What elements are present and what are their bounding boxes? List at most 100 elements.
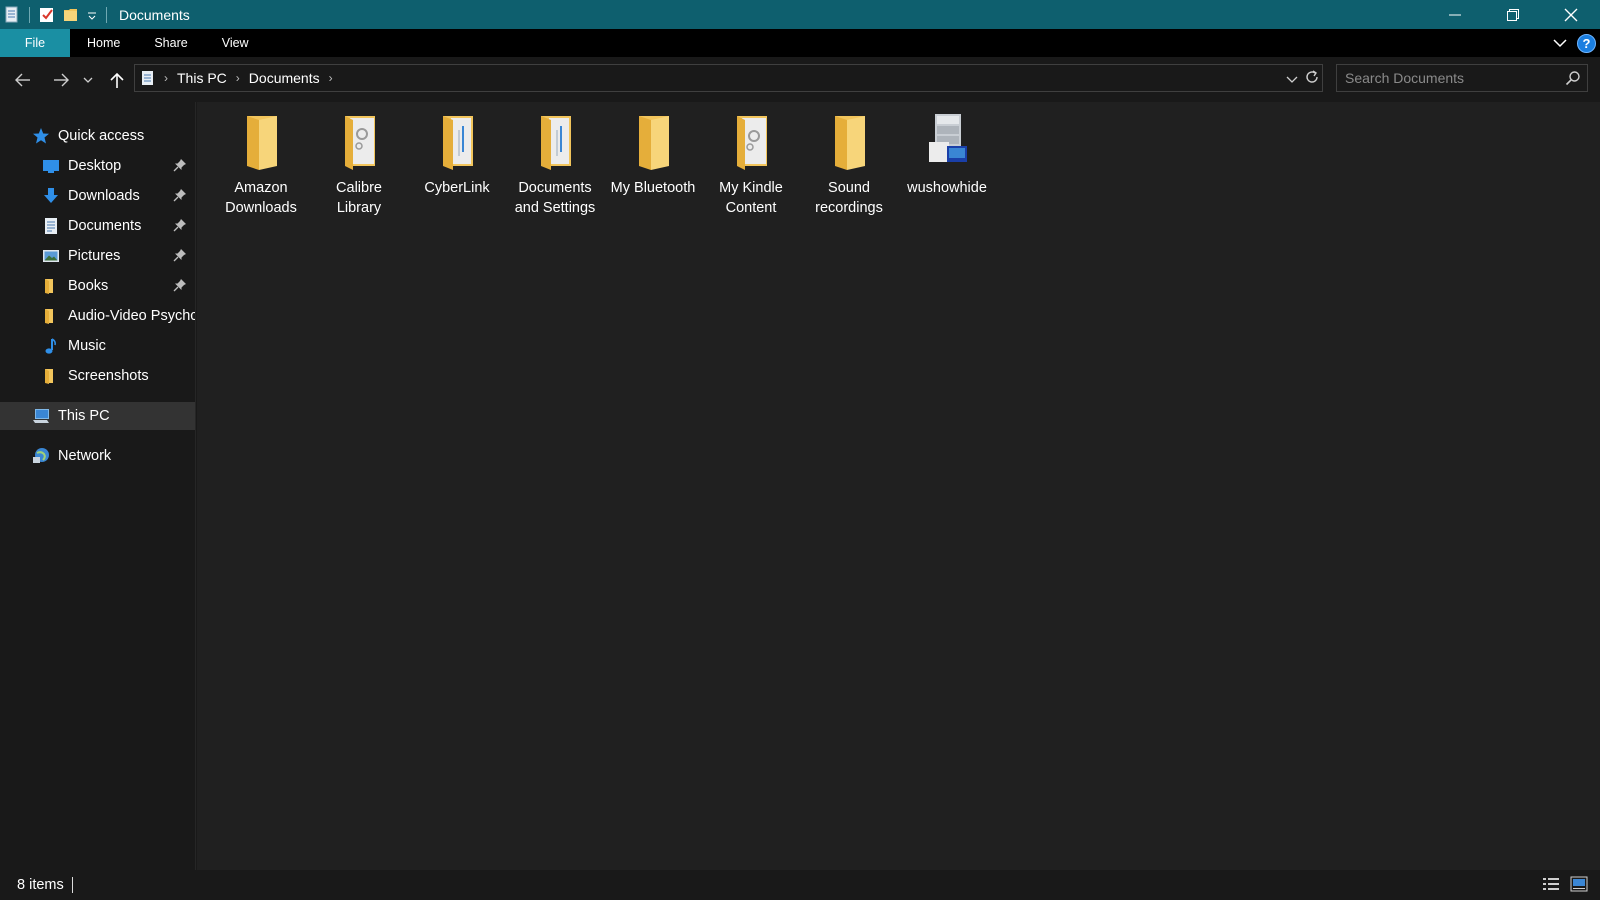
sidebar-item-downloads[interactable]: Downloads [0, 182, 195, 210]
sidebar-item-pictures[interactable]: Pictures [0, 242, 195, 270]
folder-icon [42, 307, 60, 325]
file-item-amazon-downloads[interactable]: Amazon Downloads [217, 112, 305, 218]
tab-file[interactable]: File [0, 29, 70, 57]
file-name: My Bluetooth [610, 180, 696, 196]
toolbar-separator [106, 6, 107, 23]
up-button[interactable] [104, 67, 130, 93]
file-item-wushowhide[interactable]: wushowhide [903, 112, 991, 198]
forward-button[interactable] [48, 67, 74, 93]
sidebar-item-label: Downloads [68, 188, 140, 204]
close-button[interactable] [1542, 0, 1600, 29]
file-item-sound-recordings[interactable]: Sound recordings [805, 112, 893, 218]
file-name: wushowhide [907, 180, 987, 196]
sidebar-item-label: Screenshots [68, 368, 149, 384]
restore-button[interactable] [1484, 0, 1542, 29]
network-icon [32, 447, 50, 465]
folder-with-documents-icon [429, 112, 485, 172]
pin-icon[interactable] [173, 218, 187, 235]
large-icons-view-icon[interactable] [1570, 876, 1588, 895]
file-item-cyberlink[interactable]: CyberLink [413, 112, 501, 198]
star-icon [32, 127, 50, 145]
restore-icon [1507, 8, 1519, 21]
search-input[interactable] [1337, 65, 1552, 91]
help-icon[interactable]: ? [1577, 33, 1596, 53]
sidebar-item-documents[interactable]: Documents [0, 212, 195, 240]
file-name: Calibre Library [336, 180, 382, 216]
recent-locations-button[interactable] [80, 67, 96, 93]
folder-icon [42, 277, 60, 295]
file-item-my-kindle-content[interactable]: My Kindle Content [707, 112, 795, 218]
music-note-icon [42, 337, 60, 355]
sidebar-item-label: Desktop [68, 158, 122, 174]
search-icon[interactable] [1565, 70, 1581, 89]
file-item-documents-and-settings[interactable]: Documents and Settings [511, 112, 599, 218]
file-item-calibre-library[interactable]: Calibre Library [315, 112, 403, 218]
file-name: My Kindle Content [719, 180, 783, 216]
expand-ribbon-chevron-icon[interactable] [1553, 35, 1567, 51]
sidebar-item-label: Network [58, 448, 112, 464]
breadcrumb-chevron-icon[interactable]: › [329, 71, 333, 85]
sidebar-item-label: This PC [58, 408, 110, 424]
chevron-down-icon [83, 77, 93, 83]
ribbon-tabs: File Home Share View ? [0, 29, 1600, 57]
file-name: Documents and Settings [514, 180, 596, 216]
folder-with-documents-icon [331, 112, 387, 172]
pin-icon[interactable] [173, 188, 187, 205]
new-folder-icon[interactable] [62, 6, 80, 24]
sidebar-item-label: Quick access [58, 128, 145, 144]
file-name: CyberLink [424, 180, 490, 196]
sidebar-item-desktop[interactable]: Desktop [0, 152, 195, 180]
pin-icon[interactable] [173, 278, 187, 295]
troubleshooter-app-icon [919, 112, 975, 172]
title-bar: Documents [0, 0, 1600, 29]
back-button[interactable] [10, 67, 36, 93]
customize-toolbar-chevron-icon[interactable] [86, 6, 98, 24]
pin-icon[interactable] [173, 158, 187, 175]
toolbar-separator [29, 6, 30, 23]
sidebar-item-this-pc[interactable]: This PC [0, 402, 195, 430]
minimize-button[interactable] [1426, 0, 1484, 29]
sidebar-item-books[interactable]: Books [0, 272, 195, 300]
download-arrow-icon [42, 187, 60, 205]
pictures-icon [42, 247, 60, 265]
sidebar-item-screenshots[interactable]: Screenshots [0, 362, 195, 390]
properties-icon[interactable] [38, 6, 56, 24]
sidebar-item-label: Music [68, 338, 106, 354]
tab-home[interactable]: Home [70, 29, 137, 57]
sidebar-item-label: Pictures [68, 248, 121, 264]
breadcrumb-chevron-icon[interactable]: › [236, 71, 240, 85]
address-history-chevron-icon[interactable] [1286, 70, 1298, 86]
address-bar-controls [1286, 65, 1320, 91]
file-name: Amazon Downloads [225, 180, 297, 216]
navigation-bar: › This PC › Documents › [0, 57, 1600, 102]
pin-icon[interactable] [173, 248, 187, 265]
sidebar-item-network[interactable]: Network [0, 442, 195, 470]
up-arrow-icon [110, 72, 124, 88]
refresh-icon[interactable] [1304, 69, 1320, 88]
file-item-my-bluetooth[interactable]: My Bluetooth [609, 112, 697, 198]
tab-view[interactable]: View [205, 29, 266, 57]
window-title: Documents [119, 6, 190, 23]
sidebar-item-label: Audio-Video Psychc [68, 308, 196, 324]
sidebar-item-audio-video[interactable]: Audio-Video Psychc [0, 302, 195, 330]
sidebar-item-label: Documents [68, 218, 142, 234]
navigation-pane: Quick access Desktop Downloads Documents… [0, 102, 196, 870]
sidebar-item-quick-access[interactable]: Quick access [0, 122, 195, 150]
breadcrumb-documents[interactable]: Documents [249, 70, 320, 86]
app-document-icon[interactable] [3, 6, 21, 24]
address-bar[interactable]: › This PC › Documents › [134, 64, 1323, 92]
file-list-area[interactable]: Amazon Downloads Calibre Library CyberLi… [197, 102, 1600, 870]
sidebar-item-music[interactable]: Music [0, 332, 195, 360]
folder-icon [821, 112, 877, 172]
breadcrumb-this-pc[interactable]: This PC [177, 70, 227, 86]
status-bar: 8 items [0, 870, 1600, 900]
details-view-icon[interactable] [1542, 876, 1560, 895]
tab-share[interactable]: Share [137, 29, 204, 57]
documents-location-icon [140, 70, 156, 86]
item-count: 8 items [17, 877, 64, 893]
breadcrumb-chevron-icon[interactable]: › [164, 71, 168, 85]
window-controls [1426, 0, 1600, 29]
ribbon-right-controls: ? [1553, 29, 1596, 57]
sidebar-item-label: Books [68, 278, 109, 294]
folder-with-documents-icon [723, 112, 779, 172]
